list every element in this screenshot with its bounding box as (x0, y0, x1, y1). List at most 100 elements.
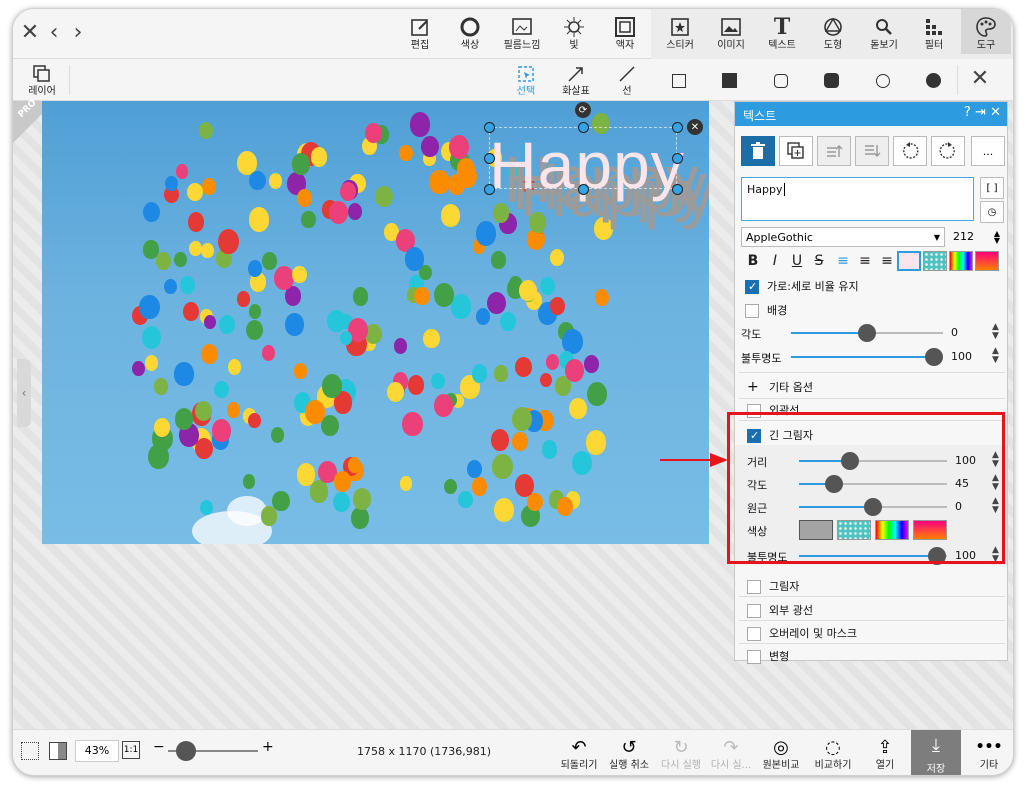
tool-frame[interactable]: 액자 (600, 14, 650, 56)
more-button[interactable]: ••• 기타 (963, 734, 1013, 772)
rotate-handle-icon[interactable]: ⟳ (575, 102, 591, 118)
tool-film[interactable]: 필름느낌 (497, 14, 547, 56)
resize-handle[interactable] (578, 122, 589, 133)
revert-button[interactable]: ↶ 되돌리기 (553, 734, 605, 772)
bracket-button[interactable]: [ ] (980, 177, 1004, 199)
text-color-pattern[interactable] (923, 251, 947, 271)
angle-knob[interactable] (858, 324, 876, 342)
text-layer[interactable]: Happy Happy Happy Happy ⟳ ✕ (42, 101, 709, 544)
bold-button[interactable]: B (741, 251, 765, 271)
delete-button[interactable] (741, 136, 775, 166)
arrow-tool[interactable]: 화살표 (556, 62, 596, 98)
undo-button[interactable]: ↺ 실행 취소 (603, 734, 655, 772)
compare-button[interactable]: ◌ 비교하기 (807, 734, 859, 772)
layer-button[interactable]: 레이어 (22, 62, 62, 98)
resize-handle[interactable] (484, 153, 495, 164)
circle-outline-tool[interactable] (873, 71, 893, 91)
delete-handle-icon[interactable]: ✕ (687, 119, 703, 135)
align-center-button[interactable]: ≡ (853, 251, 877, 271)
rounded-filled-tool[interactable] (822, 71, 842, 91)
other-options-row[interactable]: + 기타 옵션 (747, 379, 1013, 395)
help-icon[interactable]: ? (964, 105, 971, 120)
italic-button[interactable]: I (763, 251, 787, 271)
close-tool-icon[interactable]: ✕ (969, 68, 991, 90)
tool-tools[interactable]: 도구 (961, 9, 1011, 54)
resize-handle[interactable] (578, 184, 589, 195)
tool-sticker[interactable]: 스티커 (655, 14, 705, 56)
font-size-field[interactable]: 212 ▲ ▼ (949, 227, 1004, 247)
rotate-right-button[interactable] (931, 136, 965, 166)
background-checkbox[interactable] (745, 304, 759, 318)
tool-text[interactable]: T 텍스트 (757, 14, 807, 56)
close-icon[interactable]: ✕ (19, 22, 41, 44)
opacity-knob[interactable] (925, 348, 943, 366)
rounded-outline-tool[interactable] (771, 71, 791, 91)
angle-value[interactable]: 0 (951, 326, 958, 339)
rotate-left-button[interactable] (893, 136, 927, 166)
pin-icon[interactable]: ⇥ (975, 105, 986, 120)
text-color-gradient[interactable] (975, 251, 999, 271)
grid-icon[interactable] (21, 742, 39, 760)
keep-ratio-row[interactable]: 가로:세로 비율 유지 (745, 278, 1013, 294)
bring-forward-button[interactable] (817, 136, 851, 166)
tool-image[interactable]: 이미지 (706, 14, 756, 56)
tool-magnifier[interactable]: 돋보기 (859, 14, 909, 56)
send-backward-button[interactable] (855, 136, 889, 166)
tool-shape[interactable]: 도형 (808, 14, 858, 56)
shadow-checkbox[interactable] (747, 580, 761, 594)
circle-filled-tool[interactable] (924, 71, 944, 91)
font-select[interactable]: AppleGothic ▼ (741, 227, 945, 247)
align-left-button[interactable]: ≡ (831, 251, 855, 271)
resize-handle[interactable] (484, 122, 495, 133)
resize-handle[interactable] (484, 184, 495, 195)
redo-all-button[interactable]: ↷ 다시 실... (705, 734, 757, 772)
outer-glow-row[interactable]: 외부 광선 (747, 602, 1013, 618)
text-color-solid[interactable] (897, 251, 921, 271)
duplicate-button[interactable] (779, 136, 813, 166)
text-color-rainbow[interactable] (949, 251, 973, 271)
redo-button[interactable]: ↻ 다시 실행 (655, 734, 707, 772)
underline-button[interactable]: U (785, 251, 809, 271)
panel-close-icon[interactable]: ✕ (990, 105, 1001, 120)
zoom-field[interactable]: 43% (75, 740, 119, 762)
overlay-mask-row[interactable]: 오버레이 및 마스크 (747, 625, 1013, 641)
compare-original-button[interactable]: ◎ 원본비교 (755, 734, 807, 772)
tool-edit[interactable]: 편집 (395, 14, 445, 56)
zoom-in-icon[interactable]: + (262, 739, 274, 755)
angle-stepper-icon[interactable]: ▲ ▼ (992, 323, 999, 341)
overlay-mask-checkbox[interactable] (747, 627, 761, 641)
select-tool[interactable]: 선택 (506, 62, 546, 98)
resize-handle[interactable] (672, 122, 683, 133)
tool-light[interactable]: 빛 (549, 14, 599, 56)
resize-handle[interactable] (672, 184, 683, 195)
zoom-out-icon[interactable]: − (153, 739, 165, 755)
strike-button[interactable]: S (807, 251, 831, 271)
opacity-value[interactable]: 100 (951, 350, 972, 363)
compare-split-icon[interactable] (49, 742, 67, 760)
stepper-icon[interactable]: ▲ ▼ (994, 230, 1000, 245)
text-input[interactable]: Happy (741, 177, 974, 221)
ratio-button[interactable]: 1:1 (122, 741, 140, 759)
background-row[interactable]: 배경 (745, 302, 1013, 318)
keep-ratio-checkbox[interactable] (745, 280, 759, 294)
back-icon[interactable]: ‹ (43, 22, 65, 44)
opacity-stepper-icon[interactable]: ▲ ▼ (992, 347, 999, 365)
rect-filled-tool[interactable] (720, 71, 740, 91)
outer-glow-checkbox[interactable] (747, 604, 761, 618)
shadow-row[interactable]: 그림자 (747, 578, 1013, 594)
tool-color[interactable]: 색상 (445, 14, 495, 56)
save-button[interactable]: ⤓ 저장 (911, 730, 961, 775)
collapse-handle[interactable]: ‹ (17, 359, 31, 427)
zoom-knob[interactable] (176, 741, 196, 761)
transform-row[interactable]: 변형 (747, 648, 1013, 664)
open-button[interactable]: ⇪ 열기 (859, 734, 911, 772)
tool-filter[interactable]: 필터 (909, 14, 959, 56)
forward-icon[interactable]: › (67, 22, 89, 44)
more-options-button[interactable]: ... (971, 136, 1005, 166)
align-right-button[interactable]: ≡ (875, 251, 899, 271)
rect-outline-tool[interactable] (669, 71, 689, 91)
clock-button[interactable]: ◷ (980, 201, 1004, 223)
transform-checkbox[interactable] (747, 650, 761, 664)
resize-handle[interactable] (672, 153, 683, 164)
line-tool[interactable]: 선 (607, 62, 647, 98)
